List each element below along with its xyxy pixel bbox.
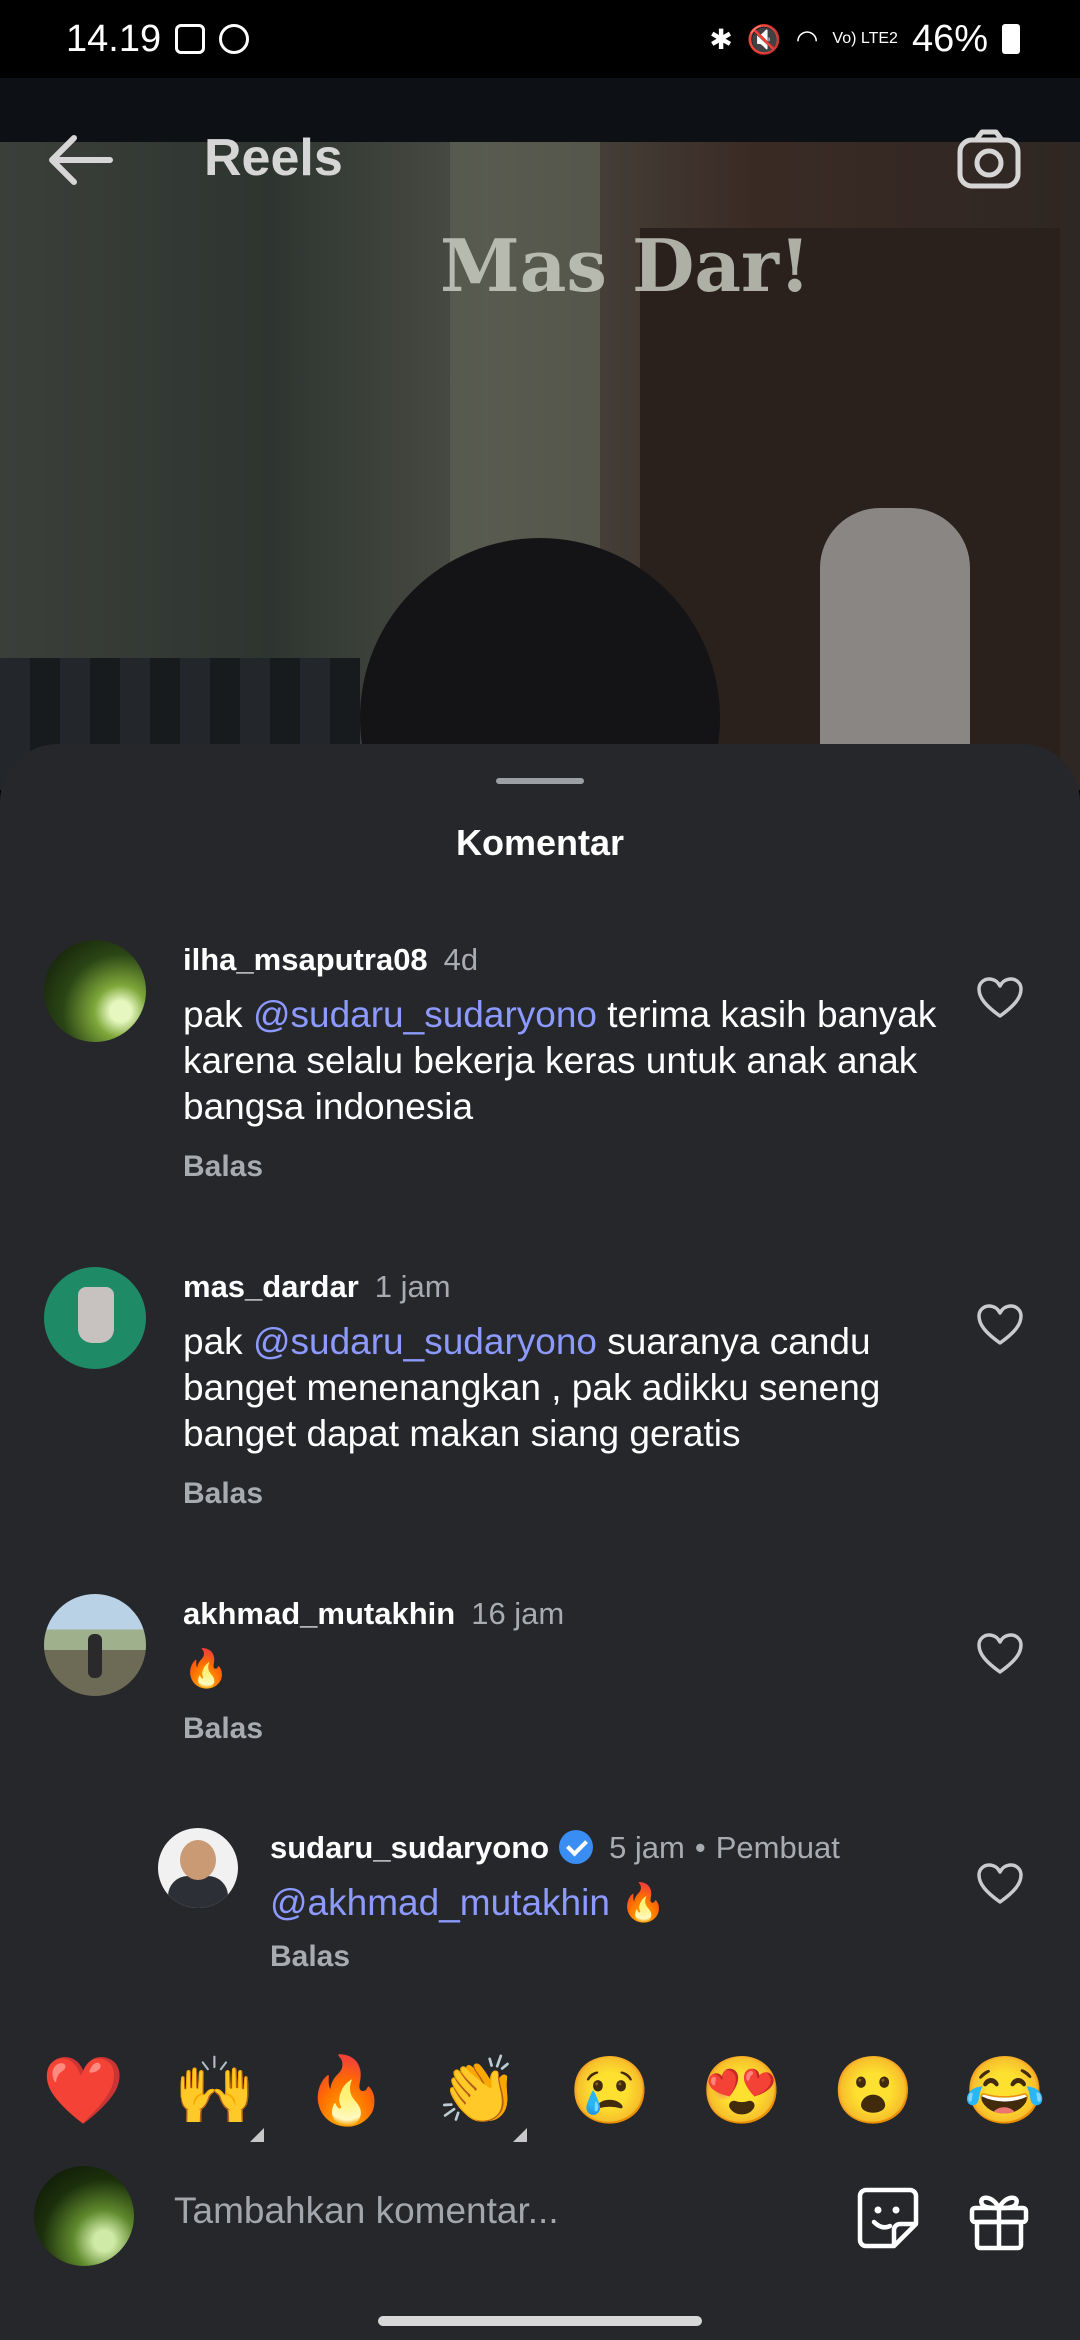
comment-body: akhmad_mutakhin 16 jam 🔥 Balas <box>183 1594 943 1746</box>
status-right: ✱ 🔇 ◠ Vo) LTE2 46% <box>709 18 1020 61</box>
reply-button[interactable]: Balas <box>183 1712 943 1746</box>
comment-time: 5 jam <box>609 1830 685 1865</box>
bluetooth-icon: ✱ <box>709 23 733 55</box>
gallery-notification-icon <box>175 24 206 54</box>
comment-prefix: pak <box>183 994 253 1035</box>
mention-link[interactable]: @sudaru_sudaryono <box>253 994 597 1035</box>
status-left: 14.19 <box>66 17 250 61</box>
comment-time: 1 jam <box>374 1269 451 1304</box>
emoji-raising-hands-glyph: 🙌 <box>173 2053 256 2127</box>
heart-outline-icon[interactable] <box>976 1303 1024 1347</box>
comment-meta: ilha_msaputra08 4d <box>183 940 943 980</box>
home-gesture-pill[interactable] <box>378 2316 702 2326</box>
comment-time: 4d <box>443 942 479 977</box>
comment-meta: sudaru_sudaryono 5 jam • Pembuat <box>270 1828 1030 1868</box>
status-battery: 46% <box>911 17 988 60</box>
avatar-suit <box>168 1876 228 1908</box>
emoji-crying[interactable]: 😢 <box>569 2050 651 2130</box>
heart-outline-icon[interactable] <box>976 1632 1024 1676</box>
emoji-surprised[interactable]: 😮 <box>832 2050 914 2130</box>
comment-body: mas_dardar 1 jam pak @sudaru_sudaryono su… <box>183 1267 943 1511</box>
avatar[interactable] <box>44 940 146 1042</box>
emoji-heart[interactable]: ❤️ <box>42 2050 124 2130</box>
heart-outline-icon[interactable] <box>976 1862 1024 1906</box>
status-bar: 14.19 ✱ 🔇 ◠ Vo) LTE2 46% <box>0 0 1080 78</box>
reels-top-bar: Reels <box>0 110 1080 210</box>
reply-button[interactable]: Balas <box>183 1477 943 1511</box>
comment-username[interactable]: akhmad_mutakhin <box>183 1596 455 1631</box>
comment-body: ilha_msaputra08 4d pak @sudaru_sudaryono … <box>183 940 943 1184</box>
comment-prefix: pak <box>183 1321 253 1362</box>
comment-meta: akhmad_mutakhin 16 jam <box>183 1594 943 1634</box>
sheet-title: Komentar <box>455 822 625 863</box>
mention-link[interactable]: @akhmad_mutakhin <box>270 1882 610 1923</box>
skin-tone-indicator <box>513 2128 528 2142</box>
comment-text: @akhmad_mutakhin 🔥 <box>270 1880 1030 1926</box>
comment-text: pak @sudaru_sudaryono terima kasih banya… <box>183 992 943 1130</box>
emoji-quick-bar: ❤️ 🙌 🔥 👏 😢 😍 😮 😂 <box>0 2050 1080 2150</box>
system-navigation-bar <box>0 2278 1080 2340</box>
wifi-icon: ◠ <box>795 23 819 54</box>
avatar-cup <box>78 1287 114 1343</box>
emoji-clapping[interactable]: 👏 <box>437 2050 528 2142</box>
avatar-face <box>180 1840 216 1880</box>
reply-button[interactable]: Balas <box>183 1150 943 1184</box>
avatar[interactable] <box>44 1594 146 1696</box>
avatar[interactable] <box>158 1828 238 1908</box>
comment-text: pak @sudaru_sudaryono suaranya candu ban… <box>183 1319 943 1457</box>
emoji-fire[interactable]: 🔥 <box>305 2050 387 2130</box>
gift-icon[interactable] <box>966 2186 1032 2252</box>
comment-username[interactable]: sudaru_sudaryono <box>270 1830 549 1865</box>
mute-icon: 🔇 <box>746 23 782 55</box>
heart-outline-icon[interactable] <box>976 976 1024 1020</box>
back-arrow-icon[interactable] <box>44 130 114 190</box>
emoji-heart-eyes[interactable]: 😍 <box>701 2050 783 2130</box>
camera-icon[interactable] <box>956 128 1022 190</box>
status-time: 14.19 <box>66 17 162 60</box>
comment-text: 🔥 <box>183 1648 230 1689</box>
creator-badge: Pembuat <box>715 1830 840 1865</box>
skin-tone-indicator <box>249 2128 264 2142</box>
mention-link[interactable]: @sudaru_sudaryono <box>253 1321 597 1362</box>
avatar-figure <box>88 1634 102 1678</box>
page-title: Reels <box>204 129 343 187</box>
comment-username[interactable]: ilha_msaputra08 <box>183 942 428 977</box>
comment-composer: Tambahkan komentar... <box>0 2156 1080 2278</box>
whatsapp-notification-icon <box>219 24 250 54</box>
comment-content: 🔥 <box>609 1882 667 1923</box>
comment-input[interactable]: Tambahkan komentar... <box>174 2190 559 2232</box>
emoji-laughing[interactable]: 😂 <box>964 2050 1046 2130</box>
network-label: Vo) LTE2 <box>832 30 898 47</box>
battery-icon <box>1002 24 1020 54</box>
video-watermark: Mas Dar! <box>440 223 811 308</box>
sticker-icon[interactable] <box>856 2186 920 2250</box>
verified-badge-icon <box>559 1830 594 1864</box>
emoji-raising-hands[interactable]: 🙌 <box>173 2050 264 2142</box>
separator-dot: • <box>694 1830 706 1865</box>
comment-time: 16 jam <box>471 1596 565 1631</box>
avatar[interactable] <box>44 1267 146 1369</box>
emoji-clapping-glyph: 👏 <box>437 2053 520 2127</box>
reply-button[interactable]: Balas <box>270 1940 1030 1974</box>
comment-meta: mas_dardar 1 jam <box>183 1267 943 1307</box>
drag-handle[interactable] <box>496 778 584 784</box>
comment-body: sudaru_sudaryono 5 jam • Pembuat @akhmad_mu… <box>270 1828 1030 1974</box>
my-avatar <box>34 2166 134 2266</box>
comment-username[interactable]: mas_dardar <box>183 1269 359 1304</box>
